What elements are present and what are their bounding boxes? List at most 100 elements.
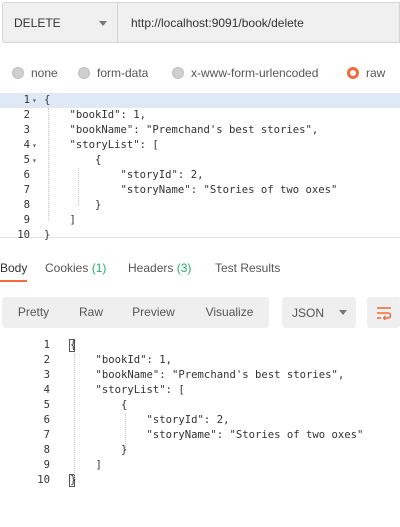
line-number: 3: [43, 369, 50, 381]
line-number: 9: [43, 459, 50, 471]
code-line: 5 {: [0, 398, 400, 413]
radio-dot: [172, 67, 184, 79]
body-type-group: none form-data x-www-form-urlencoded raw: [0, 62, 400, 84]
code-line: 4 ▾ "storyList": [: [0, 138, 400, 153]
code-text: {: [70, 399, 128, 411]
chevron-down-icon: [99, 21, 107, 26]
line-number: 5: [23, 154, 30, 166]
tab-cookies[interactable]: Cookies (1): [45, 258, 106, 282]
code-line: 1{: [0, 338, 400, 353]
tab-label: Cookies: [45, 261, 89, 275]
code-text: }: [44, 229, 51, 241]
code-line: 2 "bookId": 1,: [0, 108, 400, 123]
line-number: 10: [17, 229, 30, 241]
code-text: }: [70, 444, 128, 456]
fold-arrow-icon[interactable]: ▾: [32, 153, 40, 168]
line-number: 5: [43, 399, 50, 411]
code-text: {: [44, 94, 51, 106]
url-input[interactable]: http://localhost:9091/book/delete: [117, 2, 400, 43]
code-line: 6 "storyId": 2,: [0, 413, 400, 428]
code-line: 8 }: [0, 198, 400, 213]
code-line: 6 "storyId": 2,: [0, 168, 400, 183]
line-number: 1: [23, 94, 30, 106]
code-line: 2 "bookId": 1,: [0, 353, 400, 368]
radio-dot: [78, 67, 90, 79]
code-text: "storyList": [: [70, 384, 185, 396]
code-text: {: [70, 339, 77, 351]
code-text: "bookId": 1,: [70, 354, 173, 366]
request-bar: DELETE http://localhost:9091/book/delete: [2, 2, 400, 43]
view-mode-raw[interactable]: Raw: [65, 297, 117, 328]
line-number: 2: [23, 109, 30, 121]
code-line: 9 ]: [0, 213, 400, 228]
method-select[interactable]: DELETE: [2, 2, 117, 43]
tab-label: Headers: [128, 261, 174, 275]
code-text: }: [70, 474, 77, 486]
radio-x-www-form-urlencoded[interactable]: x-www-form-urlencoded: [172, 62, 318, 84]
code-text: "storyId": 2,: [70, 414, 230, 426]
line-number: 6: [23, 169, 30, 181]
line-number: 4: [43, 384, 50, 396]
view-mode-group: Pretty Raw Preview Visualize: [2, 297, 269, 328]
fold-arrow-icon[interactable]: ▾: [32, 93, 40, 108]
cookies-count-badge: (1): [91, 261, 107, 275]
code-text: {: [44, 154, 102, 166]
code-line: 7 "storyName": "Stories of two oxes": [0, 183, 400, 198]
code-line: 7 "storyName": "Stories of two oxes": [0, 428, 400, 443]
code-line: 10}: [0, 473, 400, 488]
code-line: 4 "storyList": [: [0, 383, 400, 398]
radio-raw[interactable]: raw: [347, 62, 385, 84]
line-number: 2: [43, 354, 50, 366]
code-text: ]: [44, 214, 76, 226]
radio-label: none: [31, 66, 58, 80]
radio-form-data[interactable]: form-data: [78, 62, 148, 84]
view-mode-preview[interactable]: Preview: [117, 297, 190, 328]
line-number: 1: [43, 339, 50, 351]
radio-label: form-data: [97, 66, 149, 80]
view-mode-visualize[interactable]: Visualize: [190, 297, 269, 328]
method-label: DELETE: [14, 15, 61, 30]
code-text: ]: [70, 459, 102, 471]
code-line: 3 "bookName": "Premchand's best stories"…: [0, 368, 400, 383]
line-number: 3: [23, 124, 30, 136]
code-text: "storyName": "Stories of two oxes": [70, 429, 364, 441]
code-line: 8 }: [0, 443, 400, 458]
line-number: 8: [23, 199, 30, 211]
radio-dot: [12, 67, 24, 79]
code-text: "storyId": 2,: [44, 169, 204, 181]
code-text: "storyList": [: [44, 139, 159, 151]
code-line: 3 "bookName": "Premchand's best stories"…: [0, 123, 400, 138]
line-number: 10: [37, 474, 50, 486]
fold-arrow-icon[interactable]: ▾: [32, 138, 40, 153]
wrap-lines-button[interactable]: [367, 297, 400, 328]
wrap-lines-icon: [376, 306, 391, 320]
response-body-viewer: 1{ 2 "bookId": 1, 3 "bookName": "Premcha…: [0, 338, 400, 498]
tab-test-results[interactable]: Test Results: [215, 258, 280, 282]
line-number: 9: [23, 214, 30, 226]
headers-count-badge: (3): [176, 261, 192, 275]
code-text: "bookName": "Premchand's best stories",: [44, 124, 319, 136]
code-line: 1 ▾ {: [0, 93, 400, 108]
response-tabs: Body Cookies (1) Headers (3) Test Result…: [0, 258, 400, 282]
format-select[interactable]: JSON: [282, 297, 356, 328]
line-number: 8: [43, 444, 50, 456]
url-text: http://localhost:9091/book/delete: [131, 15, 304, 30]
request-body-editor[interactable]: 1 ▾{ 2 "bookId": 1, 3 "bookName": "Premch…: [0, 93, 400, 241]
line-number: 6: [43, 414, 50, 426]
line-number: 7: [23, 184, 30, 196]
line-number: 4: [23, 139, 30, 151]
code-line: 5 ▾ {: [0, 153, 400, 168]
line-number: 7: [43, 429, 50, 441]
format-label: JSON: [292, 305, 325, 320]
view-mode-pretty[interactable]: Pretty: [2, 297, 65, 328]
code-line: 10}: [0, 228, 400, 243]
tab-body[interactable]: Body: [0, 258, 28, 282]
radio-none[interactable]: none: [12, 62, 58, 84]
code-line: 9 ]: [0, 458, 400, 473]
tab-headers[interactable]: Headers (3): [128, 258, 191, 282]
tab-label: Test Results: [215, 261, 281, 275]
chevron-down-icon: [339, 310, 347, 315]
code-text: "bookId": 1,: [44, 109, 147, 121]
tab-label: Body: [0, 261, 28, 275]
code-text: "bookName": "Premchand's best stories",: [70, 369, 345, 381]
